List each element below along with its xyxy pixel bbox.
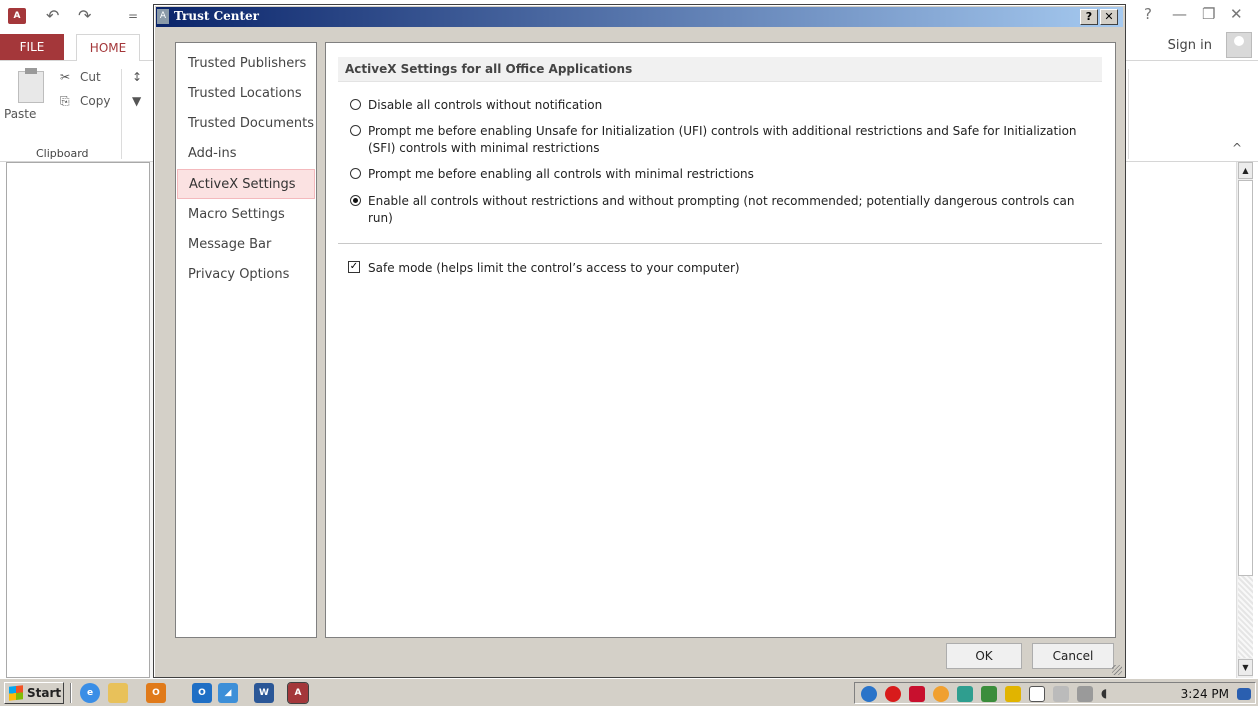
ie-icon[interactable]: e	[80, 683, 100, 703]
system-tray: ◖ 3:24 PM	[854, 682, 1256, 704]
nav-item-trusted-publishers[interactable]: Trusted Publishers	[177, 49, 315, 79]
option-label: Enable all controls without restrictions…	[368, 194, 1075, 225]
cancel-button[interactable]: Cancel	[1032, 643, 1114, 669]
windows-logo-icon	[9, 685, 23, 701]
word-icon[interactable]: W	[254, 683, 274, 703]
media-player-icon[interactable]: ◢	[218, 683, 238, 703]
cut-icon[interactable]: ✂	[60, 70, 70, 84]
vertical-scrollbar[interactable]: ▲ ▼	[1236, 162, 1253, 678]
clock: 3:24 PM	[1180, 687, 1229, 701]
radio-button[interactable]	[350, 125, 361, 136]
tray-app-icon[interactable]	[933, 686, 949, 702]
safe-mode-checkbox-row[interactable]: ✓ Safe mode (helps limit the control’s a…	[348, 260, 740, 276]
avatar[interactable]	[1226, 32, 1252, 58]
shield-icon[interactable]	[1005, 686, 1021, 702]
folder-icon[interactable]	[108, 683, 128, 703]
nav-item-macro-settings[interactable]: Macro Settings	[177, 200, 315, 230]
customize-qat-icon[interactable]: =	[128, 6, 138, 26]
nav-item-privacy-options[interactable]: Privacy Options	[177, 260, 315, 290]
nav-item-activex-settings[interactable]: ActiveX Settings	[177, 169, 315, 199]
nav-item-message-bar[interactable]: Message Bar	[177, 230, 315, 260]
minimize-icon[interactable]: —	[1172, 5, 1187, 23]
security-icon[interactable]	[885, 686, 901, 702]
start-label: Start	[27, 686, 62, 700]
outlook-mail-icon[interactable]: O	[192, 683, 212, 703]
ok-button[interactable]: OK	[946, 643, 1022, 669]
volume-icon[interactable]: ◖	[1101, 686, 1117, 702]
access-app-icon: A	[8, 8, 26, 24]
redo-icon[interactable]: ↷	[78, 6, 91, 26]
nav-item-trusted-documents[interactable]: Trusted Documents	[177, 109, 315, 139]
option-label: Prompt me before enabling all controls w…	[368, 167, 754, 181]
scroll-thumb[interactable]	[1238, 180, 1253, 576]
network-icon[interactable]	[861, 686, 877, 702]
dialog-titlebar[interactable]: A Trust Center ? ✕	[156, 7, 1123, 27]
norton-icon[interactable]	[909, 686, 925, 702]
flag-icon[interactable]	[1029, 686, 1045, 702]
outlook-icon[interactable]: O	[146, 683, 166, 703]
resize-grip-icon[interactable]	[1112, 665, 1122, 675]
radio-button-selected[interactable]	[350, 195, 361, 206]
clipboard-group-label: Clipboard	[36, 147, 89, 160]
taskbar-separator	[70, 683, 72, 703]
undo-icon[interactable]: ↶	[46, 6, 59, 26]
scroll-down-icon[interactable]: ▼	[1238, 659, 1253, 676]
section-title: ActiveX Settings for all Office Applicat…	[338, 57, 1102, 82]
dialog-help-button[interactable]: ?	[1080, 9, 1098, 25]
radio-button[interactable]	[350, 168, 361, 179]
sort-icon[interactable]: ↕	[132, 70, 142, 84]
sign-in-link[interactable]: Sign in	[1168, 38, 1212, 53]
tab-file[interactable]: FILE	[0, 34, 64, 60]
start-button[interactable]: Start	[4, 682, 64, 704]
copy-icon[interactable]: ⎘	[60, 94, 70, 109]
dialog-app-icon: A	[157, 9, 169, 24]
show-desktop-icon[interactable]	[1237, 688, 1251, 700]
divider	[338, 243, 1102, 244]
help-icon[interactable]: ?	[1144, 5, 1152, 23]
option-enable-all[interactable]: Enable all controls without restrictions…	[350, 193, 1078, 227]
nav-item-add-ins[interactable]: Add-ins	[177, 139, 315, 169]
ribbon-divider	[1128, 69, 1129, 159]
tray-utility-icon[interactable]	[981, 686, 997, 702]
paste-icon[interactable]	[18, 68, 44, 103]
nav-item-trusted-locations[interactable]: Trusted Locations	[177, 79, 315, 109]
tab-home[interactable]: HOME	[76, 34, 140, 61]
display-icon[interactable]	[1077, 686, 1093, 702]
trust-center-dialog: A Trust Center ? ✕ Trusted Publishers Tr…	[153, 4, 1126, 678]
device-icon[interactable]	[1053, 686, 1069, 702]
cut-button[interactable]: Cut	[80, 70, 101, 84]
scroll-track[interactable]	[1238, 576, 1253, 658]
ribbon-divider	[121, 69, 122, 159]
option-prompt-all[interactable]: Prompt me before enabling all controls w…	[350, 166, 1078, 183]
dialog-close-button[interactable]: ✕	[1100, 9, 1118, 25]
navigation-pane	[6, 162, 150, 678]
taskbar: Start e O O ◢ W A ◖ 3:24 PM	[0, 678, 1258, 706]
safe-mode-label: Safe mode (helps limit the control’s acc…	[368, 261, 740, 275]
collapse-ribbon-icon[interactable]: ^	[1232, 141, 1242, 155]
access-taskbar-icon[interactable]: A	[287, 682, 309, 704]
dialog-title: Trust Center	[174, 9, 259, 23]
scroll-up-icon[interactable]: ▲	[1238, 162, 1253, 179]
close-icon[interactable]: ✕	[1230, 5, 1243, 23]
radio-button[interactable]	[350, 99, 361, 110]
copy-button[interactable]: Copy	[80, 94, 110, 108]
option-label: Prompt me before enabling Unsafe for Ini…	[368, 124, 1077, 155]
paste-button-label[interactable]: Paste	[4, 107, 36, 121]
trust-center-nav: Trusted Publishers Trusted Locations Tru…	[175, 42, 317, 638]
option-label: Disable all controls without notificatio…	[368, 98, 603, 112]
restore-icon[interactable]: ❐	[1202, 5, 1215, 23]
option-prompt-ufi[interactable]: Prompt me before enabling Unsafe for Ini…	[350, 123, 1078, 157]
network-adapter-icon[interactable]	[957, 686, 973, 702]
safe-mode-checkbox[interactable]: ✓	[348, 261, 360, 273]
filter-icon[interactable]: ▼	[132, 94, 141, 108]
activex-settings-panel: ActiveX Settings for all Office Applicat…	[325, 42, 1116, 638]
option-disable-all[interactable]: Disable all controls without notificatio…	[350, 97, 1078, 114]
